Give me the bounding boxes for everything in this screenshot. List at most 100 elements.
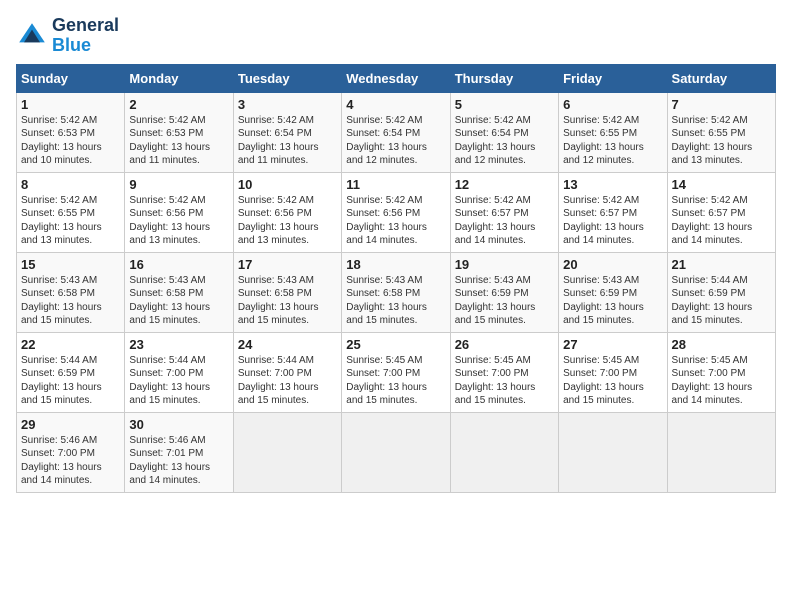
calendar-table: SundayMondayTuesdayWednesdayThursdayFrid… <box>16 64 776 493</box>
day-number: 24 <box>238 337 337 352</box>
day-number: 16 <box>129 257 228 272</box>
day-number: 14 <box>672 177 771 192</box>
calendar-cell: 3 Sunrise: 5:42 AMSunset: 6:54 PMDayligh… <box>233 92 341 172</box>
calendar-cell <box>450 412 558 492</box>
day-number: 3 <box>238 97 337 112</box>
logo-icon <box>16 20 48 52</box>
day-info: Sunrise: 5:42 AMSunset: 6:57 PMDaylight:… <box>563 194 662 248</box>
calendar-cell: 17 Sunrise: 5:43 AMSunset: 6:58 PMDaylig… <box>233 252 341 332</box>
calendar-cell: 7 Sunrise: 5:42 AMSunset: 6:55 PMDayligh… <box>667 92 775 172</box>
calendar-week: 29 Sunrise: 5:46 AMSunset: 7:00 PMDaylig… <box>17 412 776 492</box>
weekday-header: Monday <box>125 64 233 92</box>
day-number: 4 <box>346 97 445 112</box>
calendar-week: 15 Sunrise: 5:43 AMSunset: 6:58 PMDaylig… <box>17 252 776 332</box>
day-number: 2 <box>129 97 228 112</box>
calendar-cell: 24 Sunrise: 5:44 AMSunset: 7:00 PMDaylig… <box>233 332 341 412</box>
calendar-cell: 16 Sunrise: 5:43 AMSunset: 6:58 PMDaylig… <box>125 252 233 332</box>
calendar-cell: 28 Sunrise: 5:45 AMSunset: 7:00 PMDaylig… <box>667 332 775 412</box>
calendar-cell: 14 Sunrise: 5:42 AMSunset: 6:57 PMDaylig… <box>667 172 775 252</box>
day-number: 25 <box>346 337 445 352</box>
day-info: Sunrise: 5:42 AMSunset: 6:56 PMDaylight:… <box>238 194 337 248</box>
day-number: 6 <box>563 97 662 112</box>
day-info: Sunrise: 5:46 AMSunset: 7:00 PMDaylight:… <box>21 434 120 488</box>
day-info: Sunrise: 5:43 AMSunset: 6:58 PMDaylight:… <box>238 274 337 328</box>
calendar-cell: 12 Sunrise: 5:42 AMSunset: 6:57 PMDaylig… <box>450 172 558 252</box>
day-info: Sunrise: 5:42 AMSunset: 6:57 PMDaylight:… <box>455 194 554 248</box>
day-info: Sunrise: 5:43 AMSunset: 6:58 PMDaylight:… <box>346 274 445 328</box>
day-info: Sunrise: 5:43 AMSunset: 6:59 PMDaylight:… <box>563 274 662 328</box>
day-number: 19 <box>455 257 554 272</box>
day-number: 9 <box>129 177 228 192</box>
weekday-header: Wednesday <box>342 64 450 92</box>
calendar-cell: 29 Sunrise: 5:46 AMSunset: 7:00 PMDaylig… <box>17 412 125 492</box>
day-info: Sunrise: 5:44 AMSunset: 7:00 PMDaylight:… <box>129 354 228 408</box>
weekday-header: Friday <box>559 64 667 92</box>
header: General Blue <box>16 16 776 56</box>
calendar-cell: 26 Sunrise: 5:45 AMSunset: 7:00 PMDaylig… <box>450 332 558 412</box>
day-number: 27 <box>563 337 662 352</box>
calendar-cell: 18 Sunrise: 5:43 AMSunset: 6:58 PMDaylig… <box>342 252 450 332</box>
day-number: 28 <box>672 337 771 352</box>
logo: General Blue <box>16 16 119 56</box>
calendar-cell <box>233 412 341 492</box>
day-info: Sunrise: 5:42 AMSunset: 6:54 PMDaylight:… <box>346 114 445 168</box>
day-info: Sunrise: 5:42 AMSunset: 6:54 PMDaylight:… <box>238 114 337 168</box>
day-info: Sunrise: 5:44 AMSunset: 6:59 PMDaylight:… <box>672 274 771 328</box>
calendar-cell <box>342 412 450 492</box>
weekday-header: Tuesday <box>233 64 341 92</box>
weekday-header: Sunday <box>17 64 125 92</box>
day-number: 12 <box>455 177 554 192</box>
day-number: 8 <box>21 177 120 192</box>
calendar-cell: 8 Sunrise: 5:42 AMSunset: 6:55 PMDayligh… <box>17 172 125 252</box>
day-info: Sunrise: 5:42 AMSunset: 6:56 PMDaylight:… <box>346 194 445 248</box>
day-info: Sunrise: 5:42 AMSunset: 6:55 PMDaylight:… <box>563 114 662 168</box>
calendar-cell <box>559 412 667 492</box>
day-info: Sunrise: 5:42 AMSunset: 6:54 PMDaylight:… <box>455 114 554 168</box>
day-info: Sunrise: 5:42 AMSunset: 6:53 PMDaylight:… <box>129 114 228 168</box>
calendar-cell: 23 Sunrise: 5:44 AMSunset: 7:00 PMDaylig… <box>125 332 233 412</box>
day-info: Sunrise: 5:43 AMSunset: 6:59 PMDaylight:… <box>455 274 554 328</box>
weekday-header: Thursday <box>450 64 558 92</box>
calendar-cell: 20 Sunrise: 5:43 AMSunset: 6:59 PMDaylig… <box>559 252 667 332</box>
calendar-week: 8 Sunrise: 5:42 AMSunset: 6:55 PMDayligh… <box>17 172 776 252</box>
calendar-cell: 25 Sunrise: 5:45 AMSunset: 7:00 PMDaylig… <box>342 332 450 412</box>
calendar-cell: 9 Sunrise: 5:42 AMSunset: 6:56 PMDayligh… <box>125 172 233 252</box>
calendar-cell: 4 Sunrise: 5:42 AMSunset: 6:54 PMDayligh… <box>342 92 450 172</box>
day-info: Sunrise: 5:44 AMSunset: 7:00 PMDaylight:… <box>238 354 337 408</box>
day-number: 13 <box>563 177 662 192</box>
day-number: 1 <box>21 97 120 112</box>
day-info: Sunrise: 5:43 AMSunset: 6:58 PMDaylight:… <box>129 274 228 328</box>
day-number: 7 <box>672 97 771 112</box>
calendar-cell: 30 Sunrise: 5:46 AMSunset: 7:01 PMDaylig… <box>125 412 233 492</box>
calendar-cell: 5 Sunrise: 5:42 AMSunset: 6:54 PMDayligh… <box>450 92 558 172</box>
calendar-cell: 1 Sunrise: 5:42 AMSunset: 6:53 PMDayligh… <box>17 92 125 172</box>
day-info: Sunrise: 5:45 AMSunset: 7:00 PMDaylight:… <box>672 354 771 408</box>
calendar-cell: 21 Sunrise: 5:44 AMSunset: 6:59 PMDaylig… <box>667 252 775 332</box>
day-number: 11 <box>346 177 445 192</box>
day-info: Sunrise: 5:42 AMSunset: 6:55 PMDaylight:… <box>672 114 771 168</box>
calendar-header: SundayMondayTuesdayWednesdayThursdayFrid… <box>17 64 776 92</box>
day-info: Sunrise: 5:45 AMSunset: 7:00 PMDaylight:… <box>346 354 445 408</box>
day-number: 10 <box>238 177 337 192</box>
day-number: 22 <box>21 337 120 352</box>
calendar-cell: 2 Sunrise: 5:42 AMSunset: 6:53 PMDayligh… <box>125 92 233 172</box>
day-info: Sunrise: 5:43 AMSunset: 6:58 PMDaylight:… <box>21 274 120 328</box>
day-number: 18 <box>346 257 445 272</box>
day-number: 15 <box>21 257 120 272</box>
calendar-cell: 6 Sunrise: 5:42 AMSunset: 6:55 PMDayligh… <box>559 92 667 172</box>
calendar-cell: 15 Sunrise: 5:43 AMSunset: 6:58 PMDaylig… <box>17 252 125 332</box>
day-info: Sunrise: 5:42 AMSunset: 6:55 PMDaylight:… <box>21 194 120 248</box>
calendar-cell: 11 Sunrise: 5:42 AMSunset: 6:56 PMDaylig… <box>342 172 450 252</box>
calendar-cell: 10 Sunrise: 5:42 AMSunset: 6:56 PMDaylig… <box>233 172 341 252</box>
calendar-cell: 13 Sunrise: 5:42 AMSunset: 6:57 PMDaylig… <box>559 172 667 252</box>
calendar-cell: 19 Sunrise: 5:43 AMSunset: 6:59 PMDaylig… <box>450 252 558 332</box>
calendar-cell: 27 Sunrise: 5:45 AMSunset: 7:00 PMDaylig… <box>559 332 667 412</box>
day-info: Sunrise: 5:42 AMSunset: 6:53 PMDaylight:… <box>21 114 120 168</box>
day-number: 20 <box>563 257 662 272</box>
day-number: 30 <box>129 417 228 432</box>
day-number: 26 <box>455 337 554 352</box>
day-info: Sunrise: 5:42 AMSunset: 6:57 PMDaylight:… <box>672 194 771 248</box>
day-info: Sunrise: 5:42 AMSunset: 6:56 PMDaylight:… <box>129 194 228 248</box>
day-info: Sunrise: 5:46 AMSunset: 7:01 PMDaylight:… <box>129 434 228 488</box>
day-number: 5 <box>455 97 554 112</box>
